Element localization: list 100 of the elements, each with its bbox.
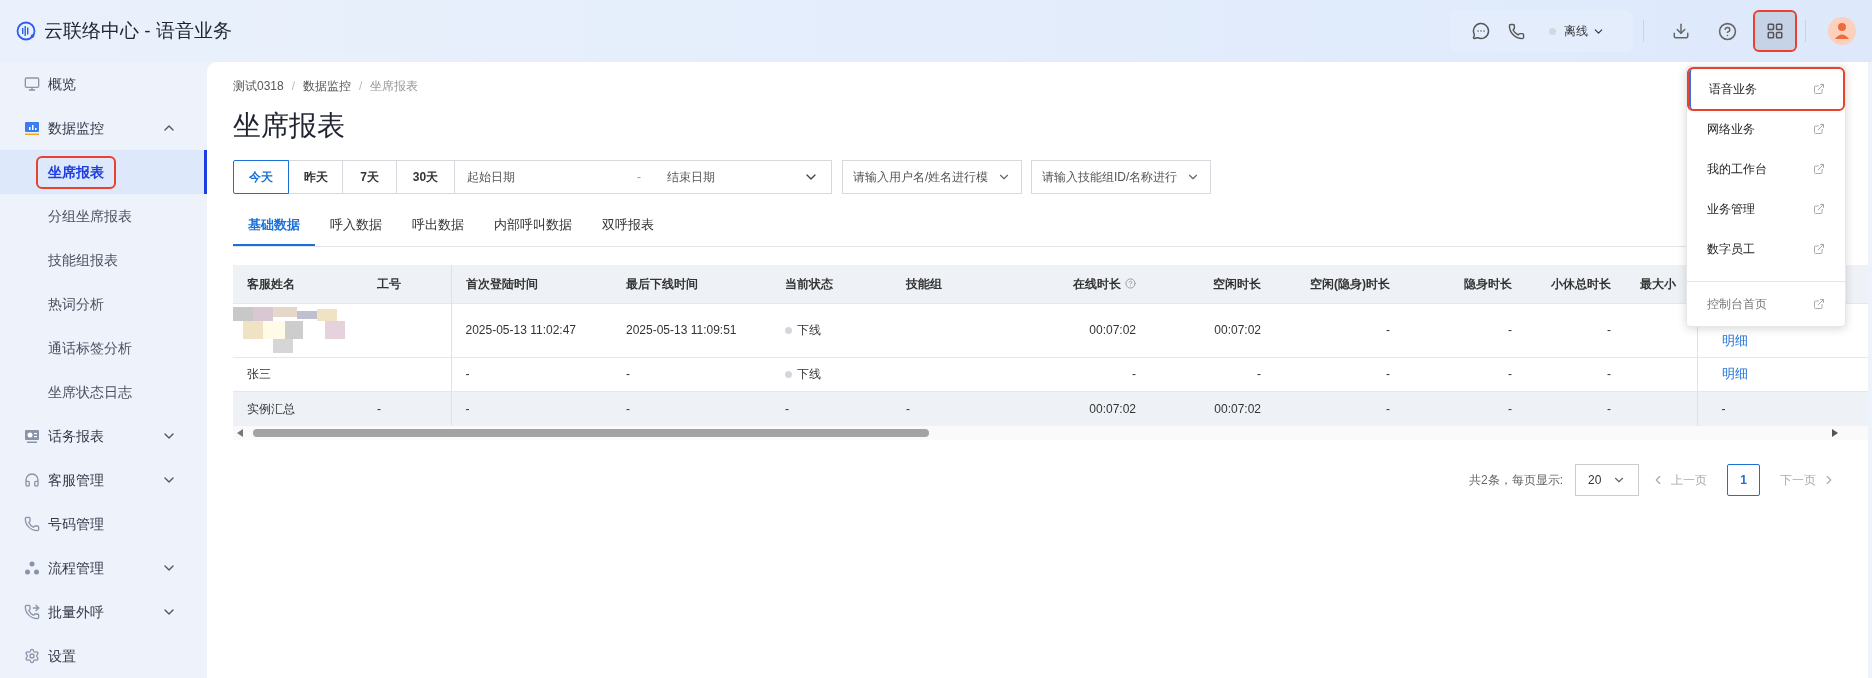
report-icon: [24, 428, 40, 444]
table-cell-text: -: [377, 401, 381, 416]
date-range-button[interactable]: 今天: [233, 160, 289, 194]
column-header: 隐身时长: [1464, 275, 1512, 293]
column-header: 技能组: [906, 275, 942, 293]
app-title: 云联络中心 - 语音业务: [44, 18, 232, 43]
phone-icon: [24, 516, 40, 532]
skill-group-select[interactable]: 请输入技能组ID/名称进行: [1031, 160, 1211, 194]
date-range-button[interactable]: 7天: [342, 160, 397, 194]
apps-button[interactable]: [1755, 12, 1795, 50]
external-link-icon: [1813, 163, 1825, 175]
status-select[interactable]: 离线: [1549, 22, 1605, 40]
external-link-icon: [1813, 298, 1825, 310]
grid-icon: [1766, 22, 1784, 40]
tab[interactable]: 呼入数据: [315, 206, 397, 246]
sidebar-item[interactable]: 分组坐席报表: [0, 194, 207, 238]
scroll-left-icon[interactable]: [237, 429, 243, 437]
external-link-icon: [1813, 243, 1825, 255]
menu-item[interactable]: 控制台首页: [1689, 284, 1843, 324]
sidebar-item[interactable]: 话务报表: [0, 414, 207, 458]
table-cell-text: -: [626, 367, 630, 381]
menu-item[interactable]: 数字员工: [1689, 229, 1843, 269]
sidebar-item[interactable]: 客服管理: [0, 458, 207, 502]
detail-link[interactable]: 明细: [1721, 333, 1748, 348]
table-cell-text: 00:07:02: [1214, 401, 1261, 416]
menu-item[interactable]: 网络业务: [1689, 109, 1843, 149]
user-select[interactable]: 请输入用户名/姓名进行模: [842, 160, 1022, 194]
sidebar-item[interactable]: 坐席状态日志: [0, 370, 207, 414]
tab[interactable]: 呼出数据: [397, 206, 479, 246]
breadcrumb-separator: /: [291, 78, 296, 95]
table-cell-text: -: [1257, 367, 1261, 381]
sidebar-label: 坐席报表: [38, 157, 114, 187]
table-cell-text: 00:07:02: [1089, 323, 1136, 337]
breadcrumb-separator: /: [359, 78, 363, 95]
external-link-icon: [1813, 203, 1825, 215]
pagination-summary: 共2条，每页显示:: [1469, 472, 1563, 489]
tab[interactable]: 双呼报表: [587, 206, 669, 246]
date-range-button[interactable]: 昨天: [288, 160, 343, 194]
phone-forward-icon: [24, 604, 40, 620]
breadcrumb-item: 坐席报表: [370, 78, 419, 95]
nodes-icon: [24, 560, 40, 576]
sidebar-item[interactable]: 批量外呼: [0, 590, 207, 634]
date-range-button[interactable]: 30天: [396, 160, 455, 194]
table-cell-text: -: [1607, 401, 1611, 416]
sidebar-item[interactable]: 概览: [0, 62, 207, 106]
sidebar-item[interactable]: 号码管理: [0, 502, 207, 546]
table-cell-text: 实例汇总: [247, 401, 295, 416]
breadcrumb-item[interactable]: 测试0318: [233, 77, 284, 95]
monitor-icon: [24, 76, 40, 92]
table-cell-text: -: [1386, 323, 1390, 337]
sidebar-item[interactable]: 流程管理: [0, 546, 207, 590]
detail-link[interactable]: 明细: [1721, 366, 1748, 382]
sidebar-label: 技能组报表: [47, 250, 119, 270]
tab[interactable]: 内部呼叫数据: [479, 206, 587, 246]
sidebar-label: 热词分析: [47, 294, 105, 314]
breadcrumb-item[interactable]: 数据监控: [303, 77, 352, 95]
column-header: 最大小: [1640, 275, 1676, 293]
logo-icon: [16, 21, 36, 41]
chat-icon[interactable]: [1472, 22, 1490, 40]
menu-item[interactable]: 业务管理: [1689, 189, 1843, 229]
table-cell-text: -: [465, 367, 470, 381]
horizontal-scrollbar[interactable]: [233, 426, 1868, 440]
scroll-right-icon[interactable]: [1832, 429, 1838, 437]
page-button[interactable]: 1: [1727, 464, 1760, 496]
column-header: 最后下线时间: [626, 275, 698, 293]
headset-icon: [24, 472, 40, 488]
help-icon[interactable]: [1718, 21, 1737, 41]
tab[interactable]: 基础数据: [233, 206, 315, 246]
table-cell-text: -: [1508, 367, 1512, 381]
table-cell-text: -: [1607, 367, 1611, 381]
table-cell-text: 张三: [247, 367, 271, 381]
sidebar-item[interactable]: 技能组报表: [0, 238, 207, 282]
table-cell-text: -: [1386, 367, 1390, 381]
table-cell-text: -: [1607, 323, 1611, 337]
avatar: [1828, 17, 1856, 45]
table-cell-text: -: [626, 401, 630, 416]
page-size-select[interactable]: 20: [1575, 464, 1639, 496]
phone-icon[interactable]: [1508, 22, 1525, 40]
sidebar-item-selected[interactable]: 坐席报表: [0, 150, 207, 194]
status-text: 下线: [797, 366, 821, 384]
table-cell-text: -: [1386, 401, 1390, 416]
sidebar-label: 分组坐席报表: [47, 206, 133, 226]
table-cell-text: 00:07:02: [1214, 323, 1261, 337]
table-cell-text: 2025-05-13 11:09:51: [626, 323, 737, 337]
sidebar-label: 通话标签分析: [47, 338, 133, 358]
sidebar-item[interactable]: 设置: [0, 634, 207, 678]
column-header: 小休总时长: [1551, 275, 1611, 293]
sidebar-item[interactable]: 通话标签分析: [0, 326, 207, 370]
scrollbar-thumb[interactable]: [253, 429, 929, 437]
chart-icon: [24, 120, 40, 136]
menu-item[interactable]: 语音业务: [1689, 69, 1843, 109]
menu-item[interactable]: 我的工作台: [1689, 149, 1843, 189]
table-cell-text: -: [1721, 401, 1726, 416]
sidebar-item[interactable]: 数据监控: [0, 106, 207, 150]
table-cell-text: -: [1508, 401, 1512, 416]
sidebar-label: 坐席状态日志: [47, 382, 133, 402]
status-text: 下线: [797, 322, 821, 340]
date-range-field[interactable]: 起始日期 - 结束日期: [454, 160, 832, 194]
download-icon[interactable]: [1672, 22, 1690, 40]
sidebar-item[interactable]: 热词分析: [0, 282, 207, 326]
